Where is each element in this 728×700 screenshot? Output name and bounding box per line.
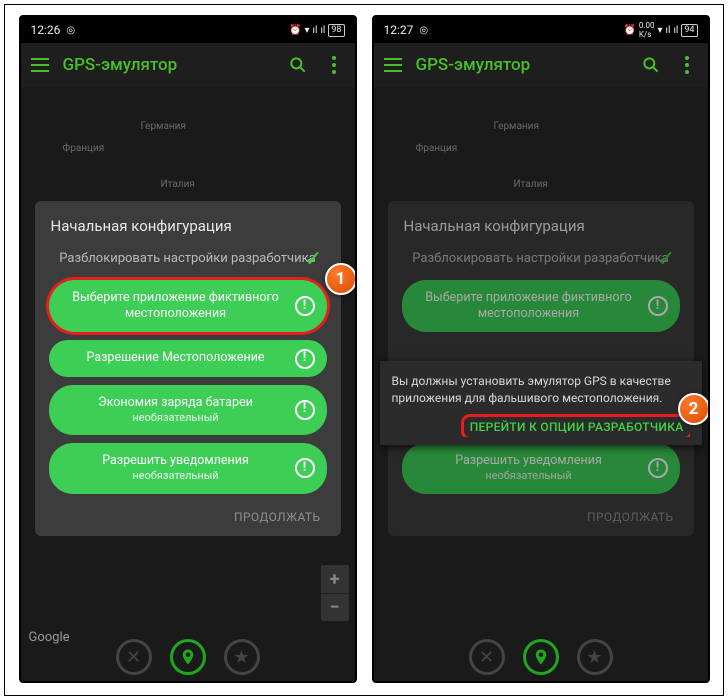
- phone-screenshot-1: 12:26 ◎ ⏰ ▾ ıl ıl 98 GPS-эмулятор Герман…: [19, 15, 357, 683]
- overflow-menu-icon[interactable]: [323, 54, 345, 76]
- status-time: 12:26: [31, 23, 61, 37]
- battery-saver-button[interactable]: Экономия заряда батареи необязательный !: [49, 385, 327, 436]
- location-permission-button[interactable]: Разрешение Местоположение !: [49, 340, 327, 376]
- continue-button[interactable]: ПРОДОЛЖАТЬ: [47, 502, 329, 526]
- phone-screenshot-2: 12:27 ◎ ⏰ 0.00K/s ▾ ıl ıl 94 GPS-эмулято…: [372, 15, 710, 683]
- zoom-controls: + −: [321, 565, 349, 621]
- signal-icon: ıl: [666, 25, 671, 36]
- map-label: Франция: [63, 143, 105, 154]
- map-label: Франция: [416, 143, 458, 154]
- wifi-icon: ▾: [658, 25, 663, 36]
- select-fake-location-app-button[interactable]: Выберите приложение фиктивного местополо…: [402, 280, 680, 333]
- app-bar: GPS-эмулятор: [374, 43, 708, 87]
- cancel-button[interactable]: ✕: [116, 639, 152, 675]
- status-bar: 12:27 ◎ ⏰ 0.00K/s ▾ ıl ıl 94: [374, 17, 708, 43]
- app-title: GPS-эмулятор: [63, 55, 273, 75]
- location-pin-button[interactable]: [170, 639, 206, 675]
- map-label: Германия: [141, 121, 186, 132]
- check-icon: ✓: [657, 247, 675, 272]
- menu-icon[interactable]: [31, 58, 49, 72]
- snackbar: Вы должны установить эмулятор GPS в каче…: [380, 361, 702, 445]
- menu-icon[interactable]: [384, 58, 402, 72]
- check-icon: ✓: [304, 247, 322, 272]
- search-icon[interactable]: [287, 54, 309, 76]
- initial-config-dialog: Начальная конфигурация Разблокировать на…: [35, 201, 341, 536]
- location-icon: ◎: [419, 25, 428, 36]
- status-bar: 12:26 ◎ ⏰ ▾ ıl ıl 98: [21, 17, 355, 43]
- location-pin-button[interactable]: [523, 639, 559, 675]
- callout-badge-1: 1: [325, 263, 357, 295]
- signal-icon: ıl: [313, 25, 318, 36]
- location-icon: ◎: [66, 25, 75, 36]
- callout-badge-2: 2: [678, 393, 710, 425]
- alarm-icon: ⏰: [623, 25, 635, 36]
- status-time: 12:27: [384, 23, 414, 37]
- snackbar-message: Вы должны установить эмулятор GPS в каче…: [392, 373, 690, 407]
- unlock-dev-row: Разблокировать настройки разработчика ✓: [47, 251, 329, 268]
- unlock-dev-row: Разблокировать настройки разработчика ✓: [400, 251, 682, 268]
- cancel-button[interactable]: ✕: [469, 639, 505, 675]
- dialog-title: Начальная конфигурация: [47, 217, 329, 235]
- alert-icon: !: [295, 458, 315, 478]
- go-to-developer-options-button[interactable]: ПЕРЕЙТИ К ОПЦИИ РАЗРАБОТЧИКА: [464, 417, 690, 437]
- wifi-icon: ▾: [305, 25, 310, 36]
- app-title: GPS-эмулятор: [416, 55, 626, 75]
- map-label: Италия: [514, 179, 548, 190]
- alert-icon: !: [295, 296, 315, 316]
- app-bar: GPS-эмулятор: [21, 43, 355, 87]
- bottom-actions: ✕ ★: [21, 635, 355, 679]
- allow-notifications-button[interactable]: Разрешить уведомления необязательный !: [402, 443, 680, 494]
- signal-icon: ıl: [673, 25, 678, 36]
- favorite-button[interactable]: ★: [577, 639, 613, 675]
- continue-button[interactable]: ПРОДОЛЖАТЬ: [400, 502, 682, 526]
- battery-indicator: 98: [328, 24, 344, 37]
- map-label: Италия: [161, 179, 195, 190]
- dialog-title: Начальная конфигурация: [400, 217, 682, 235]
- map-label: Германия: [494, 121, 539, 132]
- select-fake-location-app-button[interactable]: Выберите приложение фиктивного местополо…: [49, 280, 327, 333]
- alert-icon: !: [648, 458, 668, 478]
- zoom-out-button[interactable]: −: [321, 593, 349, 621]
- zoom-in-button[interactable]: +: [321, 565, 349, 593]
- favorite-button[interactable]: ★: [224, 639, 260, 675]
- allow-notifications-button[interactable]: Разрешить уведомления необязательный !: [49, 443, 327, 494]
- bottom-actions: ✕ ★: [374, 635, 708, 679]
- alert-icon: !: [648, 296, 668, 316]
- speed-indicator: 0.00K/s: [639, 21, 655, 39]
- signal-icon: ıl: [320, 25, 325, 36]
- search-icon[interactable]: [640, 54, 662, 76]
- alarm-icon: ⏰: [289, 25, 301, 36]
- alert-icon: !: [295, 400, 315, 420]
- battery-indicator: 94: [681, 24, 697, 37]
- overflow-menu-icon[interactable]: [676, 54, 698, 76]
- alert-icon: !: [295, 349, 315, 369]
